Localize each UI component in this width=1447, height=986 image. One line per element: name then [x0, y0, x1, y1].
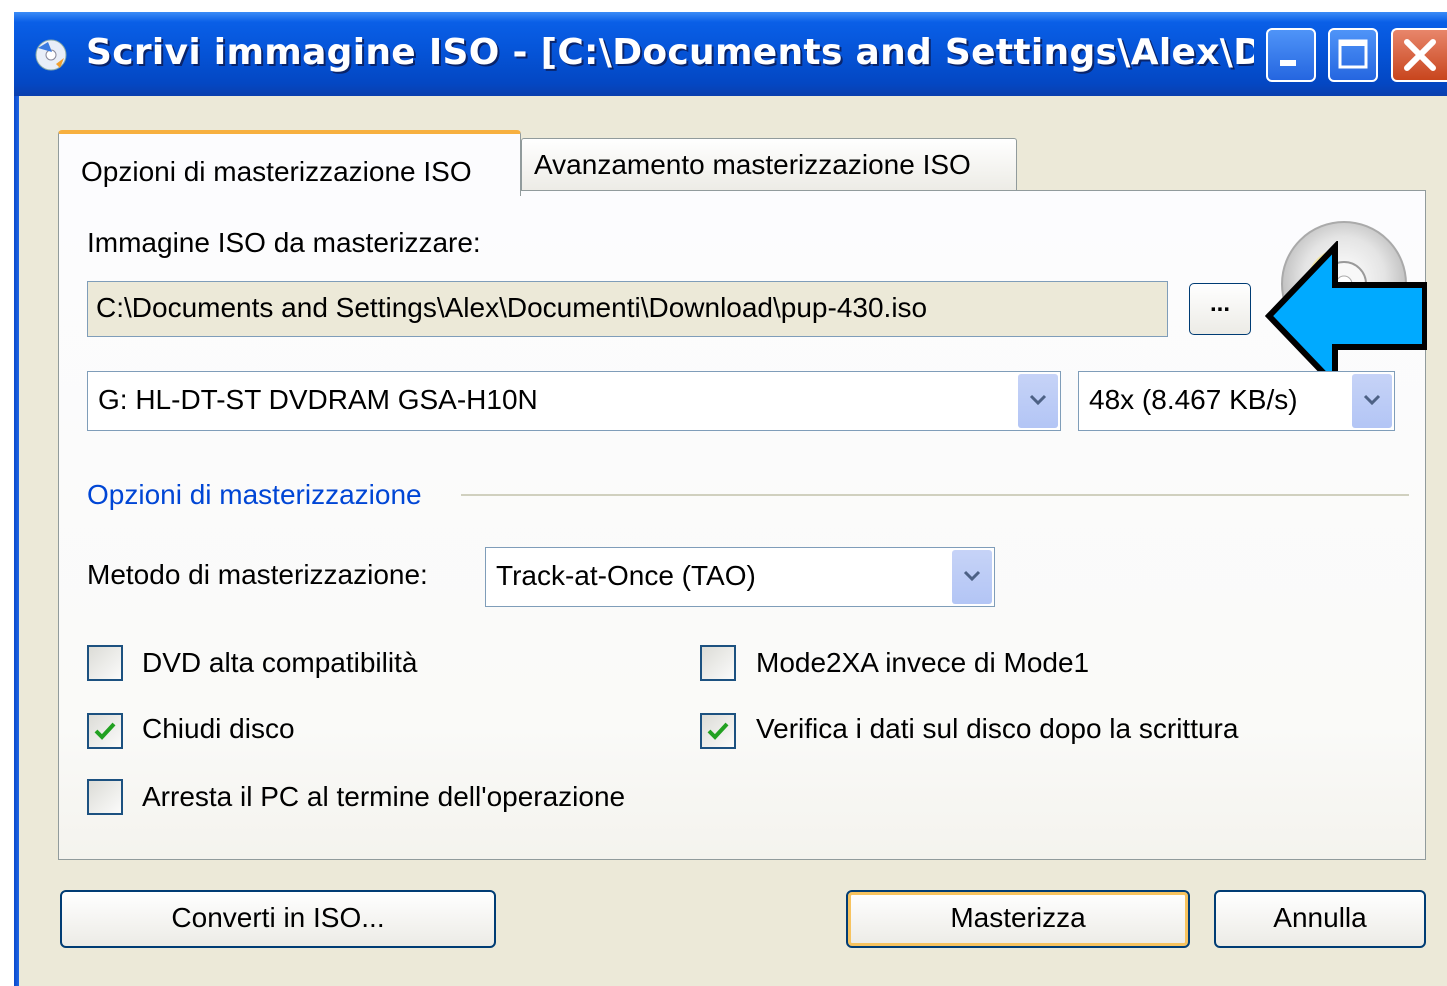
burn-button[interactable]: Masterizza: [846, 890, 1190, 948]
annotation-arrow-icon: [1265, 241, 1427, 391]
group-divider: [461, 494, 1409, 496]
checkbox-mode2xa[interactable]: [700, 645, 736, 681]
tab-panel: Immagine ISO da masterizzare: C:\Documen…: [58, 190, 1427, 860]
iso-path-value: C:\Documents and Settings\Alex\Documenti…: [96, 292, 928, 323]
burn-method-value: Track-at-Once (TAO): [496, 560, 756, 591]
maximize-icon: [1338, 39, 1368, 69]
burn-options-group-title: Opzioni di masterizzazione: [87, 479, 422, 510]
speed-select-value: 48x (8.467 KB/s): [1089, 384, 1298, 415]
checkbox-mode2xa-label[interactable]: Mode2XA invece di Mode1: [756, 647, 1089, 679]
chevron-down-icon: [963, 570, 981, 582]
dialog-window: Scrivi immagine ISO - [C:\Documents and …: [14, 12, 1447, 986]
checkbox-verify-data-label[interactable]: Verifica i dati sul disco dopo la scritt…: [756, 713, 1238, 745]
minimize-icon: [1280, 60, 1296, 66]
app-disc-icon: [35, 39, 67, 71]
title-bar[interactable]: Scrivi immagine ISO - [C:\Documents and …: [14, 12, 1447, 96]
checkbox-verify-data[interactable]: [700, 713, 736, 749]
checkbox-shutdown-pc[interactable]: [87, 779, 123, 815]
tab-burn-progress[interactable]: Avanzamento masterizzazione ISO: [521, 138, 1017, 192]
close-icon: [1404, 39, 1436, 71]
browse-button[interactable]: ...: [1189, 283, 1251, 335]
close-button[interactable]: [1391, 28, 1447, 82]
chevron-down-icon: [1029, 394, 1047, 406]
drive-select[interactable]: G: HL-DT-ST DVDRAM GSA-H10N: [87, 371, 1061, 431]
drive-dropdown-button[interactable]: [1018, 374, 1058, 428]
drive-select-value: G: HL-DT-ST DVDRAM GSA-H10N: [98, 384, 538, 415]
chevron-down-icon: [1363, 394, 1381, 406]
tab-label: Avanzamento masterizzazione ISO: [534, 149, 971, 180]
window-border: [14, 96, 19, 986]
tab-burn-options[interactable]: Opzioni di masterizzazione ISO: [58, 130, 521, 196]
checkmark-icon: [707, 722, 729, 740]
window-title: Scrivi immagine ISO - [C:\Documents and …: [86, 32, 1254, 73]
burn-method-label: Metodo di masterizzazione:: [87, 559, 428, 590]
burn-method-select[interactable]: Track-at-Once (TAO): [485, 547, 995, 607]
checkbox-dvd-compat[interactable]: [87, 645, 123, 681]
speed-dropdown-button[interactable]: [1352, 374, 1392, 428]
convert-to-iso-button[interactable]: Converti in ISO...: [60, 890, 496, 948]
burn-method-dropdown-button[interactable]: [952, 550, 992, 604]
checkbox-dvd-compat-label[interactable]: DVD alta compatibilità: [142, 647, 417, 679]
tab-label: Opzioni di masterizzazione ISO: [81, 156, 472, 187]
cancel-button[interactable]: Annulla: [1214, 890, 1426, 948]
maximize-button[interactable]: [1328, 28, 1378, 82]
checkbox-shutdown-pc-label[interactable]: Arresta il PC al termine dell'operazione: [142, 781, 625, 813]
minimize-button[interactable]: [1266, 28, 1316, 82]
checkbox-close-disc[interactable]: [87, 713, 123, 749]
iso-image-label: Immagine ISO da masterizzare:: [87, 227, 481, 258]
speed-select[interactable]: 48x (8.467 KB/s): [1078, 371, 1395, 431]
checkbox-close-disc-label[interactable]: Chiudi disco: [142, 713, 295, 745]
checkmark-icon: [94, 722, 116, 740]
iso-path-field[interactable]: C:\Documents and Settings\Alex\Documenti…: [87, 281, 1168, 337]
